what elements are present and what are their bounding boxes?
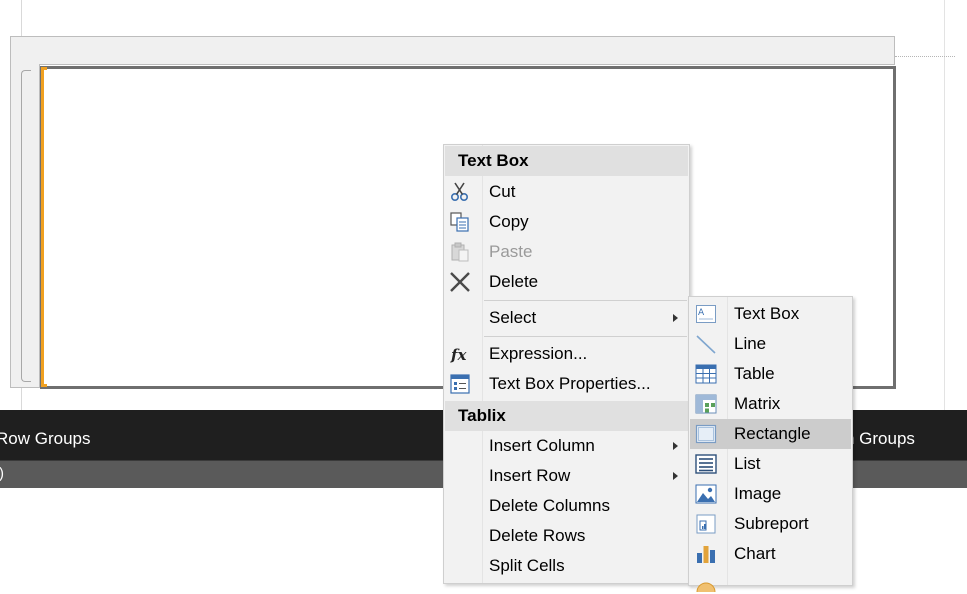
menu-item-expression[interactable]: fx Expression... [445,339,688,369]
submenu-item-image[interactable]: Image [690,479,851,509]
menu-item-label: Expression... [489,344,588,363]
grouping-row-text: ) [0,465,4,482]
submenu-item-text-box[interactable]: A Text Box [690,299,851,329]
chart-icon [697,546,715,563]
submenu-item-label: Matrix [734,394,781,413]
menu-item-paste[interactable]: Paste [445,237,688,267]
menu-item-label: Split Cells [489,556,565,575]
menu-item-label: Delete [489,272,539,291]
menu-item-select[interactable]: Select [445,303,688,333]
submenu-item-next[interactable] [690,569,851,593]
tablix-column-handle[interactable] [40,37,327,64]
subreport-icon [696,514,716,534]
paste-icon [451,242,469,262]
menu-item-label: Copy [489,212,529,231]
submenu-item-chart[interactable]: Chart [690,539,851,569]
copy-icon [450,212,469,232]
svg-text:fx: fx [450,346,467,364]
menu-header-tablix: Tablix [445,401,688,431]
menu-header-text-box: Text Box [445,146,688,176]
matrix-icon [695,394,717,414]
submenu-arrow-icon [673,442,678,450]
design-surface-right-edge [944,0,945,410]
line-icon [696,335,716,354]
delete-x-icon [450,272,470,292]
submenu-item-list[interactable]: List [690,449,851,479]
column-groups-label: n Groups [845,429,915,448]
menu-item-label: Paste [489,242,533,261]
textbox-icon: A [696,305,716,323]
row-group-bracket [21,70,31,382]
submenu-item-subreport[interactable]: Subreport [690,509,851,539]
menu-item-label: Delete Rows [489,526,586,545]
submenu-item-label: List [734,454,761,473]
menu-item-copy[interactable]: Copy [445,207,688,237]
submenu-arrow-icon [673,314,678,322]
menu-item-label: Select [489,308,537,327]
menu-item-cut[interactable]: Cut [445,177,688,207]
submenu-item-table[interactable]: Table [690,359,851,389]
menu-separator [484,336,687,337]
submenu-item-label: Subreport [734,514,809,533]
properties-icon [450,374,470,394]
submenu-item-label: Image [734,484,782,503]
menu-item-delete-rows[interactable]: Delete Rows [445,521,688,551]
svg-text:A: A [698,308,705,318]
submenu-arrow-icon [673,472,678,480]
submenu-item-label: Table [734,364,775,383]
report-body-guide-line [895,56,955,57]
menu-item-label: Text Box Properties... [489,374,651,393]
menu-item-text-box-properties[interactable]: Text Box Properties... [445,369,688,399]
cell-selection-indicator [41,67,47,387]
submenu-item-line[interactable]: Line [690,329,851,359]
tablix-corner-handle[interactable] [11,37,41,64]
gauge-icon [696,582,716,593]
menu-item-delete-columns[interactable]: Delete Columns [445,491,688,521]
menu-item-split-cells[interactable]: Split Cells [445,551,688,581]
function-fx-icon: fx [450,346,467,364]
menu-item-label: Insert Row [489,466,571,485]
menu-separator [484,300,687,301]
menu-item-label: Delete Columns [489,496,610,515]
submenu-item-label: Line [734,334,767,353]
submenu-item-label: Chart [734,544,776,563]
submenu-item-rectangle[interactable]: Rectangle [690,419,851,449]
menu-item-insert-row[interactable]: Insert Row [445,461,688,491]
submenu-item-matrix[interactable]: Matrix [690,389,851,419]
scissors-icon [450,182,469,202]
menu-item-insert-column[interactable]: Insert Column [445,431,688,461]
image-icon [695,484,717,504]
submenu-item-label: Text Box [734,304,800,323]
rectangle-icon [695,424,717,444]
list-icon [695,454,717,474]
menu-item-label: Cut [489,182,516,201]
tablix-column-handles[interactable] [10,36,895,65]
submenu-item-label: Rectangle [734,424,811,443]
insert-submenu: A Text Box Line Table Matrix Rectangle L… [688,296,853,593]
context-menu: Text Box Cut Copy Paste Delete Select fx… [443,144,690,584]
tablix-column-handle[interactable] [610,37,894,64]
table-icon [695,364,717,384]
menu-item-label: Insert Column [489,436,595,455]
row-groups-label: Row Groups [0,429,91,448]
tablix-column-handle[interactable] [326,37,611,64]
menu-item-delete[interactable]: Delete [445,267,688,297]
